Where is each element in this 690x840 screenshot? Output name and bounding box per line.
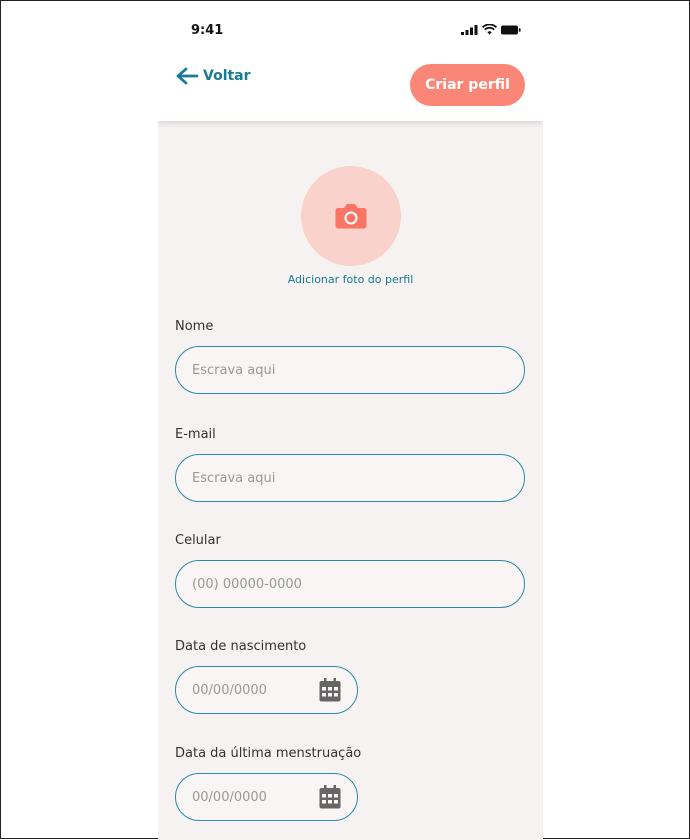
calendar-icon[interactable] (319, 678, 341, 702)
add-photo-label[interactable]: Adicionar foto do perfil (158, 273, 543, 286)
back-label: Voltar (203, 68, 251, 84)
status-time: 9:41 (191, 23, 224, 38)
name-placeholder: Escrava aqui (192, 362, 276, 378)
name-label: Nome (175, 319, 214, 334)
birth-date-placeholder: 00/00/0000 (192, 682, 267, 698)
email-placeholder: Escrava aqui (192, 470, 276, 486)
email-label: E-mail (175, 427, 216, 442)
wifi-icon (482, 24, 497, 35)
email-input[interactable]: Escrava aqui (175, 454, 525, 502)
battery-icon (501, 25, 521, 34)
arrow-left-icon (176, 67, 199, 85)
phone-input[interactable]: (00) 00000-0000 (175, 560, 525, 608)
calendar-icon[interactable] (319, 785, 341, 809)
phone-label: Celular (175, 533, 221, 548)
phone-screen: 9:41 Voltar Criar perfil Adicionar foto … (158, 9, 543, 840)
frame: 9:41 Voltar Criar perfil Adicionar foto … (0, 0, 690, 840)
birth-date-label: Data de nascimento (175, 639, 307, 654)
create-profile-button[interactable]: Criar perfil (410, 64, 525, 106)
signal-icon (461, 24, 478, 35)
add-photo-button[interactable] (301, 166, 401, 266)
camera-icon (335, 204, 367, 229)
status-icons (461, 24, 521, 35)
phone-placeholder: (00) 00000-0000 (192, 576, 302, 592)
birth-date-input[interactable]: 00/00/0000 (175, 666, 358, 714)
name-input[interactable]: Escrava aqui (175, 346, 525, 394)
header: 9:41 Voltar Criar perfil (158, 9, 543, 121)
last-period-placeholder: 00/00/0000 (192, 789, 267, 805)
last-period-label: Data da última menstruação (175, 746, 362, 761)
last-period-input[interactable]: 00/00/0000 (175, 773, 358, 821)
back-link[interactable]: Voltar (175, 67, 251, 85)
